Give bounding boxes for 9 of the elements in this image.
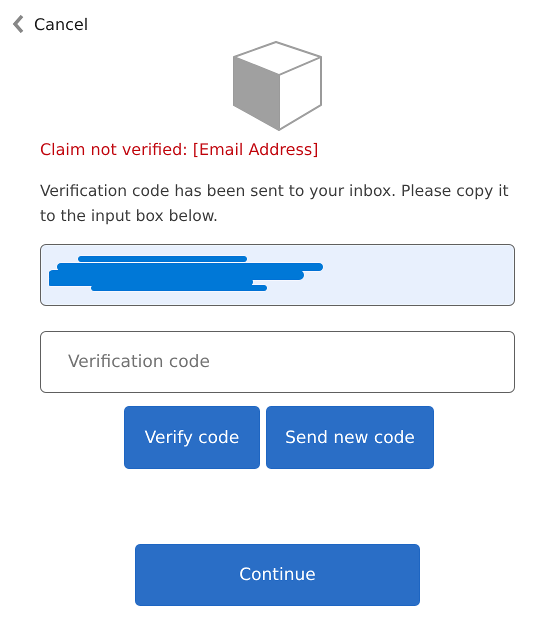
- error-message: Claim not verified: [Email Address]: [40, 140, 320, 159]
- verify-code-button[interactable]: Verify code: [124, 406, 260, 469]
- cancel-link[interactable]: Cancel: [12, 14, 88, 34]
- instructions-text: Verification code has been sent to your inbox. Please copy it to the input box below.: [40, 181, 510, 227]
- send-new-code-button[interactable]: Send new code: [266, 406, 434, 469]
- chevron-left-icon: [12, 14, 24, 34]
- verification-code-field[interactable]: Verification code: [40, 331, 515, 393]
- continue-button[interactable]: Continue: [135, 544, 420, 606]
- cube-icon: [232, 41, 324, 132]
